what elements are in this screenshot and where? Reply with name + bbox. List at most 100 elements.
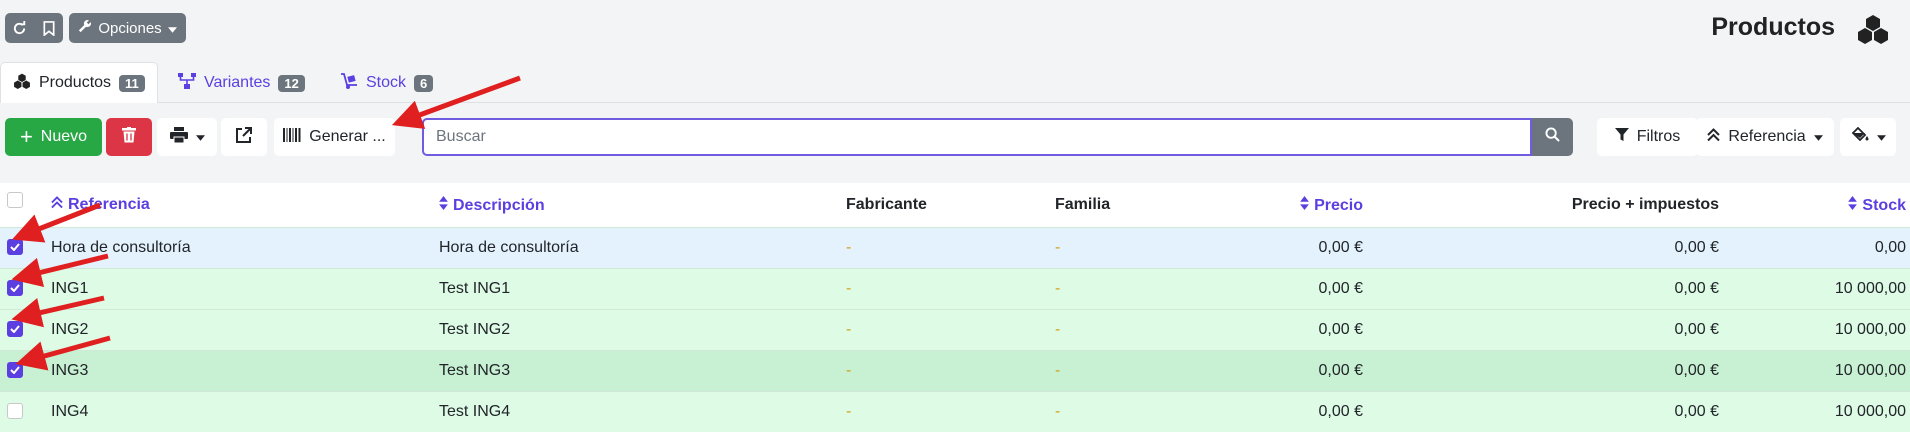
count-badge: 12: [278, 74, 305, 92]
search-input[interactable]: [422, 118, 1532, 156]
cell-stock: 10 000,00: [1834, 403, 1906, 420]
cell-familia: -: [1055, 239, 1061, 256]
cell-descripcion: Test ING3: [439, 362, 511, 379]
filter-icon: [1614, 127, 1629, 147]
paint-bucket-icon: [1851, 126, 1869, 147]
search-group: [422, 118, 1573, 156]
sort-button[interactable]: Referencia: [1696, 118, 1834, 156]
column-header-stock[interactable]: Stock: [1848, 196, 1906, 215]
table-row[interactable]: ING4 Test ING4 - - 0,00 € 0,00 € 10 000,00: [0, 391, 1910, 432]
cell-familia: -: [1055, 321, 1061, 338]
cell-familia: -: [1055, 280, 1061, 297]
cell-familia: -: [1055, 362, 1061, 379]
table-row[interactable]: ING3 Test ING3 - - 0,00 € 0,00 € 10 000,00: [0, 350, 1910, 391]
cell-referencia: ING2: [51, 321, 89, 338]
cell-precio-impuestos: 0,00 €: [1674, 362, 1719, 379]
export-button[interactable]: [221, 118, 267, 156]
cell-descripcion: Test ING2: [439, 321, 511, 338]
table-body: Hora de consultoría Hora de consultoría - -…: [0, 227, 1910, 432]
column-header-fabricante: Fabricante: [846, 196, 927, 213]
cell-stock: 10 000,00: [1834, 280, 1906, 297]
row-checkbox[interactable]: [7, 403, 23, 419]
cell-precio: 0,00 €: [1318, 403, 1363, 420]
caret-down-icon: [167, 20, 177, 37]
dolly-icon: [340, 72, 358, 94]
column-header-descripcion[interactable]: Descripción: [439, 196, 545, 215]
cell-precio-impuestos: 0,00 €: [1674, 321, 1719, 338]
double-chevron-up-icon: [51, 196, 63, 214]
cell-descripcion: Hora de consultoría: [439, 239, 579, 256]
filters-button[interactable]: Filtros: [1597, 118, 1698, 156]
column-header-referencia[interactable]: Referencia: [51, 196, 150, 214]
check-icon: [10, 366, 20, 374]
cell-precio: 0,00 €: [1318, 280, 1363, 297]
cell-fabricante: -: [846, 321, 852, 338]
tab-variantes[interactable]: Variantes 12: [166, 62, 317, 104]
generate-label: Generar ...: [309, 128, 386, 145]
print-button[interactable]: [157, 118, 217, 156]
cell-stock: 10 000,00: [1834, 321, 1906, 338]
tab-stock[interactable]: Stock 6: [328, 62, 445, 104]
cell-fabricante: -: [846, 362, 852, 379]
select-all-checkbox[interactable]: [7, 192, 23, 208]
table-row[interactable]: ING2 Test ING2 - - 0,00 € 0,00 € 10 000,00: [0, 309, 1910, 350]
sort-icon: [439, 196, 448, 215]
filters-label: Filtros: [1636, 128, 1681, 145]
row-checkbox[interactable]: [7, 362, 23, 378]
search-button[interactable]: [1532, 118, 1573, 156]
cell-stock: 10 000,00: [1834, 362, 1906, 379]
new-label: Nuevo: [40, 128, 88, 145]
caret-down-icon: [195, 128, 205, 146]
table-row[interactable]: Hora de consultoría Hora de consultoría - -…: [0, 227, 1910, 268]
tab-bar: Productos 11 Variantes 12 Stock 6: [0, 58, 1910, 104]
color-button[interactable]: [1840, 118, 1896, 156]
check-icon: [10, 243, 20, 251]
bookmark-icon[interactable]: [34, 20, 63, 36]
column-header-familia: Familia: [1055, 196, 1111, 213]
new-button[interactable]: + Nuevo: [5, 118, 102, 156]
double-chevron-up-icon: [1707, 127, 1721, 147]
sort-label: Referencia: [1728, 128, 1806, 145]
cell-precio: 0,00 €: [1318, 321, 1363, 338]
reload-bookmark-group: [5, 13, 63, 43]
delete-button[interactable]: [106, 118, 152, 156]
row-checkbox[interactable]: [7, 321, 23, 337]
sitemap-icon: [178, 72, 196, 94]
barcode-icon: [283, 127, 301, 147]
search-icon: [1545, 127, 1560, 147]
caret-down-icon: [1813, 128, 1823, 146]
cell-precio-impuestos: 0,00 €: [1674, 280, 1719, 297]
tab-label: Productos: [39, 74, 112, 91]
external-link-icon: [236, 126, 252, 148]
row-checkbox[interactable]: [7, 280, 23, 296]
table-row[interactable]: ING1 Test ING1 - - 0,00 € 0,00 € 10 000,00: [0, 268, 1910, 309]
generate-button[interactable]: Generar ...: [274, 118, 395, 156]
options-label: Opciones: [98, 19, 162, 37]
printer-icon: [169, 126, 188, 148]
trash-icon: [122, 126, 136, 148]
cell-descripcion: Test ING1: [439, 280, 511, 297]
cell-familia: -: [1055, 403, 1061, 420]
cell-precio-impuestos: 0,00 €: [1674, 239, 1719, 256]
toolbar: + Nuevo Generar ... Buscar Filtros Refer…: [0, 103, 1910, 183]
row-checkbox[interactable]: [7, 239, 23, 255]
cell-referencia: ING3: [51, 362, 89, 379]
cell-fabricante: -: [846, 403, 852, 420]
page-title: Productos: [1711, 13, 1835, 41]
sort-icon: [1848, 196, 1858, 215]
cell-referencia: ING4: [51, 403, 89, 420]
column-header-precio[interactable]: Precio: [1300, 196, 1363, 215]
wrench-icon: [78, 19, 92, 37]
tab-productos[interactable]: Productos 11: [0, 62, 158, 104]
options-button[interactable]: Opciones: [69, 13, 186, 43]
cell-fabricante: -: [846, 280, 852, 297]
count-badge: 6: [414, 74, 434, 92]
cell-referencia: Hora de consultoría: [51, 239, 191, 256]
cell-precio: 0,00 €: [1318, 239, 1363, 256]
count-badge: 11: [119, 74, 145, 92]
check-icon: [10, 325, 20, 333]
cell-precio: 0,00 €: [1318, 362, 1363, 379]
sort-icon: [1300, 196, 1309, 215]
reload-icon[interactable]: [5, 20, 34, 36]
top-bar: Opciones Productos: [0, 0, 1910, 58]
